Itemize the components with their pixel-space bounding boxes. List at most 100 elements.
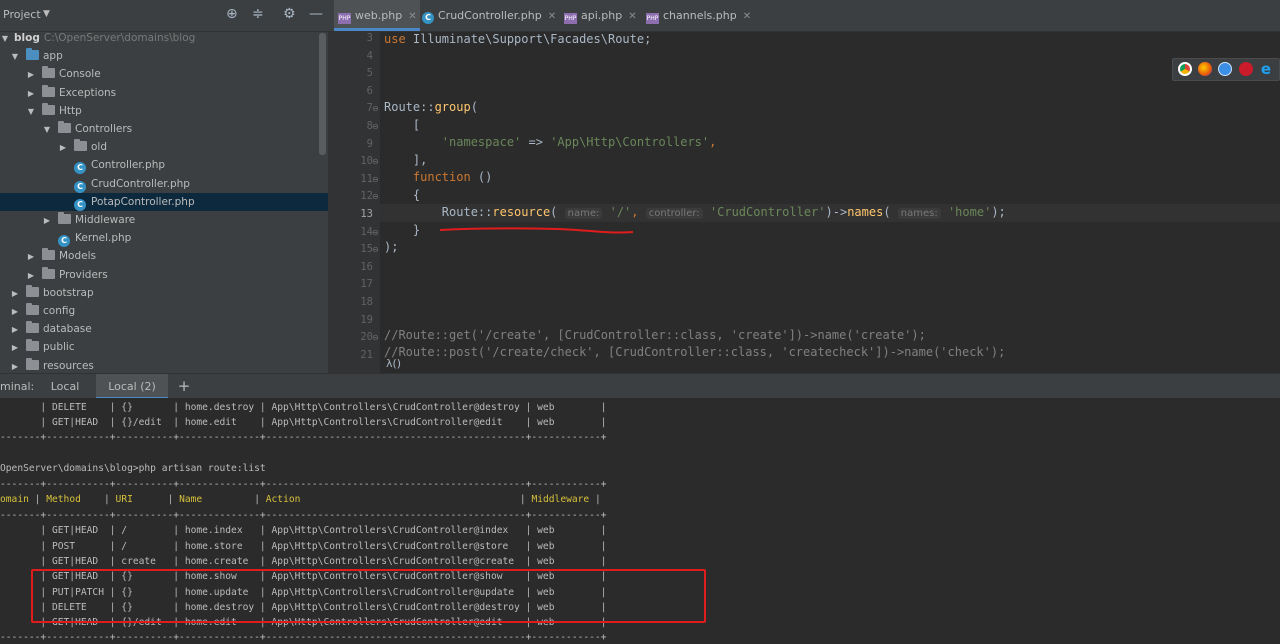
- chevron-down-icon[interactable]: ▼: [0, 30, 10, 48]
- tree-item-providers[interactable]: ▶ Providers: [0, 266, 328, 284]
- code-line-21[interactable]: //Route::post('/create/check', [CrudCont…: [384, 344, 1005, 361]
- opera-icon[interactable]: [1239, 62, 1253, 76]
- sidebar-scrollbar[interactable]: [319, 33, 326, 155]
- chevron-right-icon[interactable]: ▶: [10, 321, 20, 339]
- minimize-icon[interactable]: —: [309, 6, 323, 22]
- tree-item-controllers[interactable]: ▼ Controllers: [0, 120, 328, 138]
- chevron-down-icon[interactable]: ▼: [42, 121, 52, 139]
- folder-icon: [26, 48, 39, 61]
- locate-icon[interactable]: ⊕: [226, 6, 238, 22]
- tab-web-php[interactable]: PHP web.php ✕: [334, 0, 420, 31]
- chevron-right-icon[interactable]: ▶: [26, 267, 36, 285]
- fold-marker-icon[interactable]: ⊖: [372, 228, 379, 237]
- chevron-right-icon[interactable]: ▶: [10, 303, 20, 321]
- terminal-tab-bar: minal: Local Local (2) +: [0, 373, 1280, 399]
- code-line-10[interactable]: ],: [384, 152, 427, 169]
- line-number: 13: [360, 208, 373, 220]
- collapse-all-icon[interactable]: ≑: [252, 6, 264, 22]
- tree-item-config[interactable]: ▶ config: [0, 302, 328, 320]
- chevron-right-icon[interactable]: ▶: [10, 339, 20, 357]
- tree-item-old[interactable]: ▶ old: [0, 138, 328, 156]
- close-icon[interactable]: ✕: [408, 11, 416, 22]
- string-literal: '/': [609, 205, 632, 219]
- tab-channels-php[interactable]: PHP channels.php ✕: [646, 0, 756, 31]
- chevron-right-icon[interactable]: ▶: [26, 66, 36, 84]
- gear-icon[interactable]: ⚙: [283, 6, 296, 22]
- tree-item-public[interactable]: ▶ public: [0, 338, 328, 356]
- add-terminal-button[interactable]: +: [176, 374, 192, 399]
- tree-item-label: app: [43, 50, 63, 63]
- tree-item-database[interactable]: ▶ database: [0, 320, 328, 338]
- terminal-line: | GET|HEAD | create | home.create | App\…: [0, 556, 607, 567]
- fold-marker-icon[interactable]: ⊖: [372, 157, 379, 166]
- red-annotation-underline: [439, 227, 634, 234]
- code-line-14[interactable]: }: [384, 222, 420, 239]
- terminal-tab-local[interactable]: Local: [40, 374, 90, 399]
- chevron-down-icon[interactable]: ▼: [10, 48, 20, 66]
- tree-item-controller-php[interactable]: C Controller.php: [0, 156, 328, 175]
- chevron-right-icon[interactable]: ▶: [10, 285, 20, 303]
- firefox-icon[interactable]: [1198, 62, 1212, 76]
- chevron-right-icon[interactable]: ▶: [58, 139, 68, 157]
- tree-item-resources[interactable]: ▶ resources: [0, 357, 328, 373]
- tree-item-blog[interactable]: ▼ blog C:\OpenServer\domains\blog: [0, 29, 328, 47]
- code-line-13[interactable]: Route::resource( name: '/', controller: …: [384, 204, 1006, 221]
- line-number: 8: [366, 120, 373, 132]
- string-literal: 'namespace': [441, 135, 522, 149]
- project-view-selector[interactable]: Project: [3, 8, 41, 21]
- tree-item-crudcontroller-php[interactable]: C CrudController.php: [0, 175, 328, 193]
- tab-label: web.php: [355, 9, 403, 22]
- terminal-line: -------+-----------+----------+---------…: [0, 479, 607, 490]
- code-line-3[interactable]: use Illuminate\Support\Facades\Route;: [384, 32, 651, 48]
- class-icon: C: [74, 162, 86, 175]
- tree-item-label: resources: [43, 359, 94, 372]
- tab-api-php[interactable]: PHP api.php ✕: [564, 0, 646, 31]
- chevron-right-icon[interactable]: ▶: [26, 248, 36, 266]
- terminal-line: -------+-----------+----------+---------…: [0, 510, 607, 521]
- close-icon[interactable]: ✕: [743, 11, 751, 22]
- close-icon[interactable]: ✕: [548, 11, 556, 22]
- code-line-9[interactable]: 'namespace' => 'App\Http\Controllers',: [384, 134, 717, 151]
- tree-item-http[interactable]: ▼ Http: [0, 102, 328, 120]
- tab-crudcontroller-php[interactable]: C CrudController.php ✕: [422, 0, 564, 31]
- code-line-11[interactable]: function (): [384, 169, 492, 186]
- tree-item-kernel-php[interactable]: C Kernel.php: [0, 229, 328, 248]
- code-line-12[interactable]: {: [384, 187, 420, 204]
- breadcrumb[interactable]: λ(): [386, 357, 401, 370]
- code-editor[interactable]: use Illuminate\Support\Facades\Route; Ro…: [380, 32, 1280, 373]
- tree-item-bootstrap[interactable]: ▶ bootstrap: [0, 284, 328, 302]
- line-number: 5: [366, 67, 373, 80]
- fold-marker-icon[interactable]: ⊖: [372, 245, 379, 254]
- line-number: 7: [366, 102, 373, 115]
- safari-icon[interactable]: [1218, 62, 1232, 76]
- code-line-8[interactable]: [: [384, 117, 420, 134]
- chevron-down-icon[interactable]: ▼: [26, 103, 36, 121]
- code-text: (): [470, 170, 493, 184]
- tree-item-label: Models: [59, 250, 96, 263]
- tree-item-models[interactable]: ▶ Models: [0, 247, 328, 265]
- code-line-20[interactable]: //Route::get('/create', [CrudController:…: [384, 327, 926, 344]
- chrome-icon[interactable]: [1178, 62, 1192, 76]
- tree-item-potapcontroller-php[interactable]: C PotapController.php: [0, 192, 328, 211]
- fold-marker-icon[interactable]: ⊖: [372, 192, 379, 201]
- tree-item-console[interactable]: ▶ Console: [0, 65, 328, 83]
- fold-marker-icon[interactable]: ⊖: [372, 175, 379, 184]
- chevron-right-icon[interactable]: ▶: [42, 212, 52, 230]
- tree-item-middleware[interactable]: ▶ Middleware: [0, 211, 328, 229]
- line-number: 12: [360, 190, 373, 203]
- ie-icon[interactable]: e: [1259, 62, 1273, 77]
- terminal-tab-local-2[interactable]: Local (2): [96, 374, 168, 399]
- chevron-right-icon[interactable]: ▶: [26, 85, 36, 103]
- close-icon[interactable]: ✕: [628, 11, 636, 22]
- fold-marker-icon[interactable]: ⊖: [372, 104, 379, 113]
- fold-marker-icon[interactable]: ⊖: [372, 122, 379, 131]
- code-line-15[interactable]: );: [384, 239, 398, 256]
- code-text: );: [991, 205, 1006, 219]
- chevron-right-icon[interactable]: ▶: [10, 358, 20, 373]
- fold-marker-icon[interactable]: ⊖: [372, 333, 379, 342]
- paren: (: [470, 100, 478, 114]
- code-line-7[interactable]: Route::group(: [384, 99, 478, 116]
- tree-item-app[interactable]: ▼ app: [0, 47, 328, 65]
- tree-item-exceptions[interactable]: ▶ Exceptions: [0, 84, 328, 102]
- chevron-down-icon[interactable]: ▼: [43, 9, 50, 19]
